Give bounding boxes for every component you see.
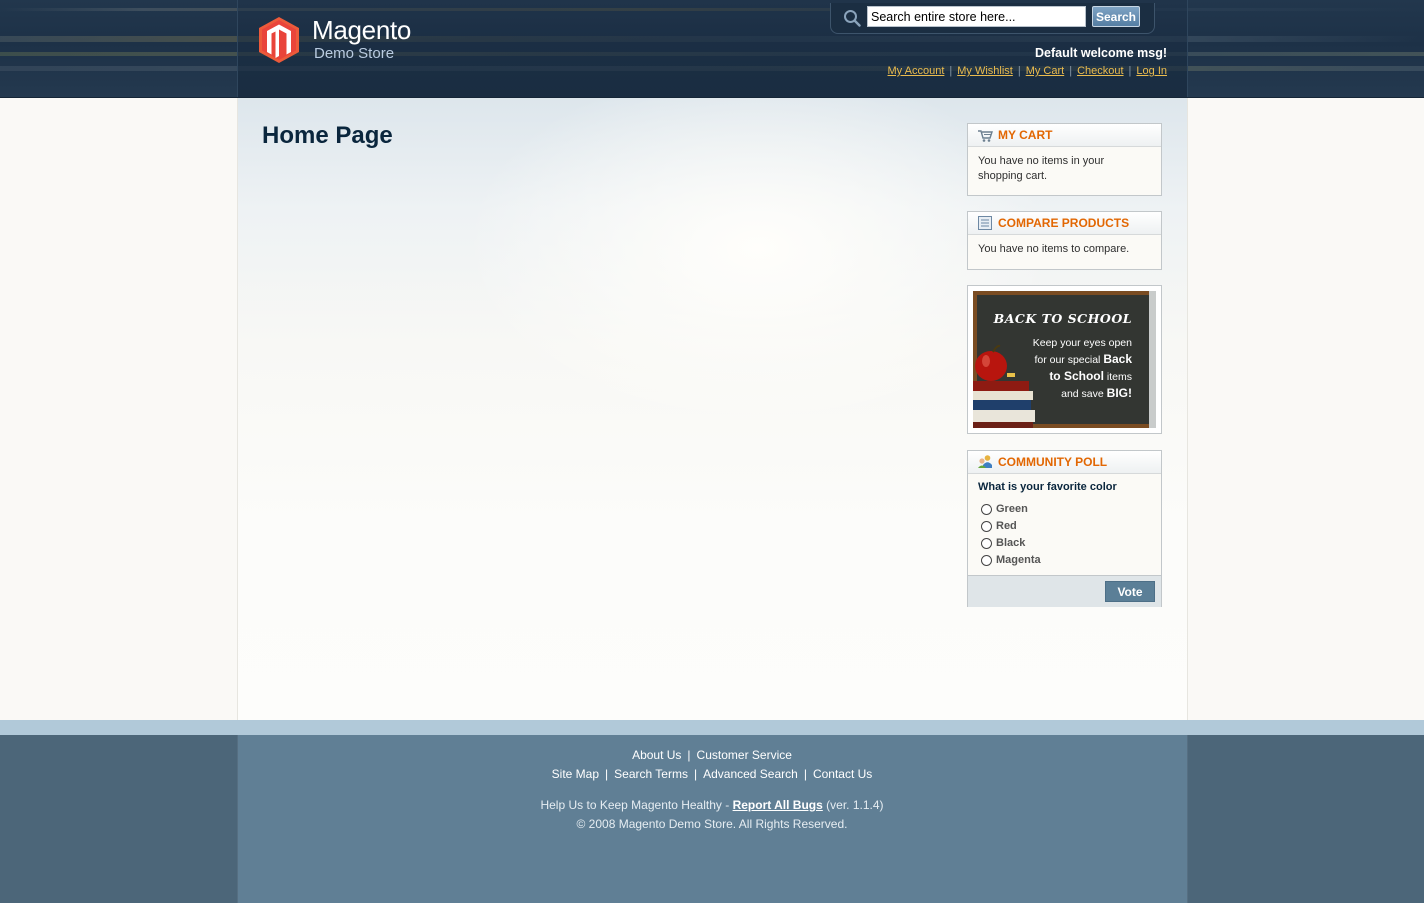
- link-separator: |: [1069, 65, 1073, 77]
- banner-line-bold: BIG!: [1106, 386, 1132, 400]
- site-map-link[interactable]: Site Map: [552, 767, 599, 781]
- radio-button[interactable]: [981, 538, 992, 549]
- link-separator: |: [803, 767, 807, 781]
- block-title: Compare Products: [998, 216, 1130, 230]
- block-title: Community Poll: [998, 455, 1108, 469]
- banner-line: to School items: [1033, 368, 1132, 385]
- header: [0, 0, 1424, 98]
- search-input[interactable]: [867, 6, 1086, 27]
- poll-option-label: Black: [996, 537, 1026, 549]
- magento-logo-icon: [259, 17, 299, 63]
- banner-text: Keep your eyes open for our special Back…: [1033, 335, 1132, 402]
- radio-button[interactable]: [981, 504, 992, 515]
- search-button[interactable]: Search: [1092, 6, 1140, 27]
- cart-empty-text: You have no items in your shopping cart.: [978, 155, 1105, 182]
- poll-option[interactable]: Black: [978, 535, 1151, 552]
- banner-line-text: and save: [1061, 388, 1107, 400]
- compare-products-block: Compare Products You have no items to co…: [967, 211, 1162, 270]
- log-in-link[interactable]: Log In: [1136, 65, 1167, 77]
- back-to-school-banner[interactable]: BACK TO SCHOOL Keep your eyes open for o…: [967, 285, 1162, 434]
- link-separator: |: [693, 767, 698, 781]
- copyright: © 2008 Magento Demo Store. All Rights Re…: [576, 817, 848, 831]
- poll-question: What is your favorite color: [978, 481, 1117, 493]
- poll-option-label: Red: [996, 520, 1017, 532]
- footer-top-strip: [0, 720, 1424, 735]
- radio-button[interactable]: [981, 555, 992, 566]
- my-cart-link[interactable]: My Cart: [1026, 65, 1065, 77]
- poll-option[interactable]: Green: [978, 501, 1151, 518]
- banner-line-bold: Back: [1103, 352, 1132, 366]
- banner-line-bold: to School: [1049, 369, 1104, 383]
- banner-heading: BACK TO SCHOOL: [993, 311, 1132, 326]
- top-links: My Account | My Wishlist | My Cart | Che…: [888, 65, 1167, 77]
- welcome-message: Default welcome msg!: [1035, 46, 1167, 60]
- banner-line-text: items: [1103, 371, 1132, 383]
- link-separator: |: [1128, 65, 1132, 77]
- footer-links-secondary: Site Map | Search Terms | Advanced Search | Co…: [0, 767, 1424, 781]
- checkout-link[interactable]: Checkout: [1077, 65, 1123, 77]
- compare-list-icon: [978, 216, 992, 230]
- search-icon: [844, 10, 861, 27]
- vote-button[interactable]: Vote: [1105, 581, 1155, 602]
- logo-name: Magento: [312, 15, 412, 45]
- about-us-link[interactable]: About Us: [632, 748, 681, 762]
- customer-service-link[interactable]: Customer Service: [697, 748, 792, 762]
- block-title: My Cart: [998, 128, 1053, 142]
- poll-option[interactable]: Red: [978, 518, 1151, 535]
- poll-body: What is your favorite color Green Red Bl…: [968, 474, 1161, 575]
- link-separator: |: [949, 65, 953, 77]
- community-poll-block: Community Poll What is your favorite col…: [967, 450, 1162, 607]
- my-wishlist-link[interactable]: My Wishlist: [957, 65, 1013, 77]
- radio-button[interactable]: [981, 521, 992, 532]
- version-text: (ver. 1.1.4): [822, 798, 884, 812]
- my-account-link[interactable]: My Account: [888, 65, 945, 77]
- contact-us-link[interactable]: Contact Us: [813, 767, 872, 781]
- logo-subtitle: Demo Store: [314, 45, 395, 62]
- poll-option-label: Magenta: [996, 554, 1041, 566]
- search-form: Search: [830, 3, 1155, 34]
- poll-option-label: Green: [996, 503, 1028, 515]
- footer-links-primary: About Us | Customer Service: [0, 748, 1424, 762]
- banner-line-text: for our special: [1034, 354, 1104, 366]
- block-header: Compare Products: [968, 212, 1161, 235]
- banner-line: and save BIG!: [1033, 385, 1132, 402]
- block-header: Community Poll: [968, 451, 1161, 474]
- poll-actions: Vote: [968, 575, 1161, 607]
- block-header: My Cart: [968, 124, 1161, 147]
- banner-line: for our special Back: [1033, 351, 1132, 368]
- chalkboard-image: BACK TO SCHOOL Keep your eyes open for o…: [973, 291, 1156, 428]
- compare-empty-text: You have no items to compare.: [978, 243, 1130, 255]
- my-cart-block: My Cart You have no items in your shoppi…: [967, 123, 1162, 196]
- page-title: Home Page: [262, 122, 393, 149]
- link-separator: |: [605, 767, 609, 781]
- link-separator: |: [1017, 65, 1021, 77]
- poll-people-icon: [978, 455, 992, 468]
- footer-help-line: Help Us to Keep Magento Healthy - Report…: [0, 798, 1424, 812]
- link-separator: |: [687, 748, 691, 762]
- banner-line: Keep your eyes open: [1032, 337, 1132, 349]
- help-text: Help Us to Keep Magento Healthy -: [540, 798, 733, 812]
- cart-icon: [978, 130, 993, 142]
- search-terms-link[interactable]: Search Terms: [614, 767, 688, 781]
- advanced-search-link[interactable]: Advanced Search: [703, 767, 798, 781]
- store-logo[interactable]: Magento Demo Store: [258, 15, 412, 64]
- report-bugs-link[interactable]: Report All Bugs: [733, 798, 823, 812]
- poll-option[interactable]: Magenta: [978, 552, 1151, 569]
